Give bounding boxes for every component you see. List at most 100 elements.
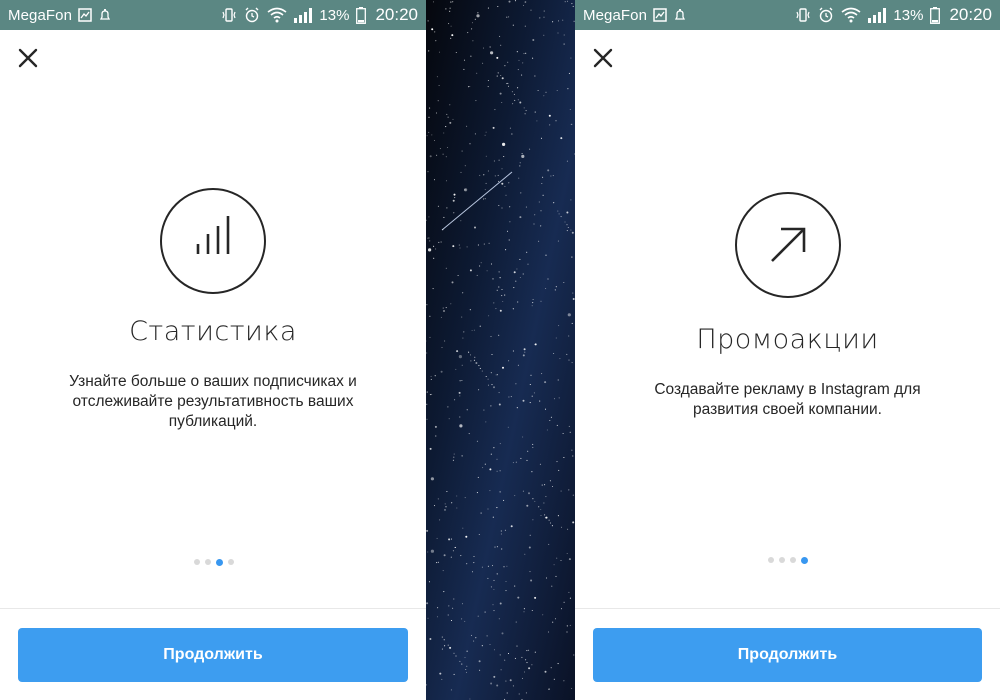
star	[553, 564, 555, 566]
star	[441, 346, 443, 349]
star	[548, 688, 550, 690]
star	[464, 188, 468, 192]
image-notification-icon	[78, 8, 92, 22]
star	[484, 189, 486, 191]
star	[529, 571, 531, 573]
star	[534, 111, 536, 113]
star	[433, 257, 435, 259]
star	[434, 425, 437, 428]
close-button[interactable]	[14, 44, 42, 72]
star	[447, 116, 449, 118]
star	[493, 649, 496, 651]
star	[484, 134, 486, 136]
star	[510, 396, 512, 398]
star	[530, 9, 532, 11]
star	[486, 270, 488, 272]
star	[490, 335, 492, 338]
close-button[interactable]	[589, 44, 617, 72]
pagination-dots	[768, 556, 808, 564]
star	[564, 221, 566, 223]
star	[546, 429, 548, 431]
star	[571, 3, 573, 5]
star	[494, 546, 496, 548]
star	[531, 609, 533, 612]
star	[524, 1, 526, 3]
screen-description: Узнайте больше о ваших подписчиках и отс…	[0, 372, 426, 432]
star	[485, 182, 487, 184]
star	[498, 334, 500, 336]
star	[487, 7, 489, 9]
star	[498, 271, 500, 273]
star	[552, 21, 554, 23]
star	[438, 241, 440, 243]
star	[455, 655, 457, 657]
star	[445, 156, 447, 158]
star	[525, 659, 527, 661]
star	[464, 497, 466, 499]
star	[427, 20, 429, 22]
star	[438, 84, 440, 87]
star	[556, 557, 558, 559]
star	[505, 590, 507, 592]
star	[473, 329, 475, 331]
star	[499, 654, 501, 656]
alarm-icon	[244, 7, 260, 23]
star	[528, 667, 531, 670]
star	[488, 315, 490, 317]
star	[449, 646, 452, 649]
star	[499, 92, 502, 95]
bell-notification-icon	[673, 8, 687, 22]
pagination-dot	[768, 557, 774, 563]
continue-button[interactable]: Продолжить	[18, 628, 408, 682]
star	[530, 579, 533, 582]
star	[427, 171, 429, 173]
star	[487, 577, 489, 579]
star	[506, 83, 508, 85]
continue-button[interactable]: Продолжить	[593, 628, 982, 682]
star	[479, 174, 481, 176]
star	[558, 469, 560, 471]
star	[516, 51, 518, 53]
star	[566, 631, 568, 633]
star	[469, 309, 471, 311]
star	[545, 91, 547, 93]
star	[522, 62, 524, 64]
star	[481, 645, 483, 647]
star	[517, 87, 519, 89]
star	[544, 514, 546, 516]
star	[499, 491, 501, 493]
star	[454, 546, 456, 549]
star	[492, 516, 494, 518]
star	[450, 303, 452, 305]
star	[560, 559, 562, 562]
star	[464, 620, 466, 622]
star	[426, 135, 428, 137]
star	[434, 375, 436, 377]
star	[472, 40, 474, 42]
star	[426, 529, 429, 532]
star	[560, 216, 562, 218]
star	[469, 698, 471, 700]
star	[438, 51, 441, 53]
star	[506, 692, 508, 694]
star	[430, 477, 434, 481]
star	[571, 449, 573, 451]
star	[542, 614, 544, 616]
star	[520, 192, 522, 194]
star	[500, 44, 502, 46]
star	[523, 107, 525, 109]
star	[531, 395, 533, 397]
star	[507, 652, 510, 655]
star	[452, 245, 455, 248]
star	[457, 274, 459, 277]
star	[506, 565, 508, 567]
star	[568, 359, 570, 361]
star	[461, 379, 463, 382]
star	[569, 597, 571, 599]
screen-title: Промоакции	[696, 324, 879, 355]
star	[428, 237, 430, 239]
battery-percent: 13%	[319, 6, 350, 24]
star	[543, 16, 545, 18]
star	[493, 386, 495, 389]
star	[479, 265, 481, 267]
